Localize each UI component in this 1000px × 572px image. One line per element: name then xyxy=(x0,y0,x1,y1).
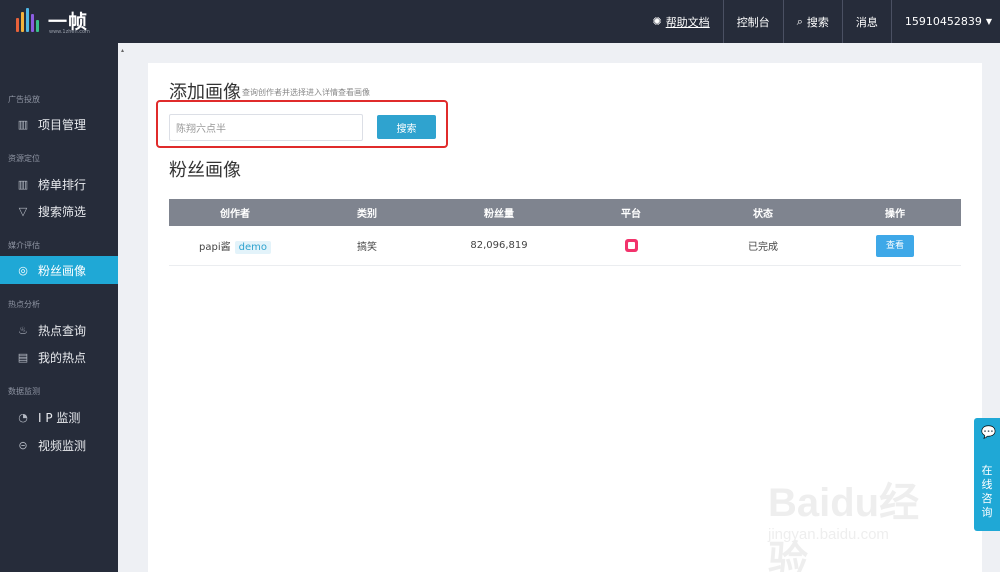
sidebar-item-label: 我的热点 xyxy=(38,350,87,365)
column-header: 状态 xyxy=(753,209,773,220)
filter-icon: ▽ xyxy=(18,204,28,218)
section-title: 粉丝画像 xyxy=(169,160,241,181)
column-header: 操作 xyxy=(885,209,905,220)
search-circle-icon: ⊝ xyxy=(18,438,28,452)
user-menu[interactable]: 15910452839 ▼ xyxy=(890,0,1000,43)
demo-badge: demo xyxy=(234,240,271,254)
top-search-label: 搜索 xyxy=(806,15,829,29)
table-row: papi酱 demo 搞笑 82,096,819 已完成 查看 xyxy=(169,226,961,266)
logo-bars-icon xyxy=(16,8,42,32)
action-cell: 查看 xyxy=(829,234,961,257)
bar-chart-icon: ▥ xyxy=(17,177,29,191)
palette-icon: ◎ xyxy=(18,263,28,277)
top-nav: ✺ 帮助文档 控制台 ⌕ 搜索 消息 15910452839 ▼ xyxy=(639,0,1000,43)
sidebar-section-title: 媒介评估 xyxy=(8,241,40,250)
platform-cell xyxy=(565,239,697,252)
category-cell: 搞笑 xyxy=(357,242,377,253)
sidebar-item-hotspot-query[interactable]: ♨ 热点查询 xyxy=(0,316,118,344)
search-icon: ⌕ xyxy=(796,14,803,28)
sidebar-item-label: 热点查询 xyxy=(38,323,87,338)
sidebar-item-ip-monitoring[interactable]: ◔ I P 监测 xyxy=(0,403,118,431)
top-search-link[interactable]: ⌕ 搜索 xyxy=(782,0,842,43)
sidebar-item-label: 榜单排行 xyxy=(38,177,87,192)
sidebar-section-title: 广告投放 xyxy=(8,95,40,104)
caret-down-icon: ▼ xyxy=(985,17,992,26)
sidebar-item-label: I P 监测 xyxy=(38,410,81,425)
pie-chart-icon: ◔ xyxy=(18,410,28,424)
page-subtitle: 查询创作者并选择进入详情查看画像 xyxy=(242,88,370,97)
chat-bubble-icon: 💬 xyxy=(981,425,996,439)
console-label: 控制台 xyxy=(736,15,770,29)
sidebar-item-label: 搜索筛选 xyxy=(38,204,87,219)
console-link[interactable]: 控制台 xyxy=(722,0,783,43)
lightbulb-icon: ✺ xyxy=(652,15,662,28)
sidebar-item-fan-portrait[interactable]: ◎ 粉丝画像 xyxy=(0,256,118,284)
sidebar-section-title: 数据监测 xyxy=(8,387,40,396)
logo-url: www.1zhen.com xyxy=(49,29,90,35)
user-phone: 15910452839 xyxy=(904,15,982,28)
sidebar-item-video-monitoring[interactable]: ⊝ 视频监测 xyxy=(0,431,118,459)
messages-label: 消息 xyxy=(855,15,878,29)
sidebar-item-label: 项目管理 xyxy=(38,117,87,132)
baidu-watermark: Baidu经验 jingyan.baidu.com xyxy=(758,470,958,572)
creator-cell: papi酱 demo xyxy=(169,238,301,254)
creator-name[interactable]: papi酱 xyxy=(199,242,231,253)
sidebar-item-label: 粉丝画像 xyxy=(38,263,87,278)
fans-count-cell: 82,096,819 xyxy=(470,240,528,251)
watermark-main: Baidu经验 xyxy=(768,481,920,572)
column-header: 创作者 xyxy=(220,209,250,220)
document-icon: ▤ xyxy=(17,350,29,364)
column-header: 类别 xyxy=(357,209,377,220)
sidebar-item-project-management[interactable]: ▥ 项目管理 xyxy=(0,110,118,138)
status-cell: 已完成 xyxy=(748,242,778,253)
online-consult-widget[interactable]: 💬 在线咨询 xyxy=(974,418,1000,531)
fire-icon: ♨ xyxy=(18,323,28,337)
sidebar-section-title: 热点分析 xyxy=(8,300,40,309)
sidebar-item-search-filter[interactable]: ▽ 搜索筛选 xyxy=(0,197,118,225)
sidebar-item-label: 视频监测 xyxy=(38,438,87,453)
help-docs-link[interactable]: ✺ 帮助文档 xyxy=(639,0,722,43)
top-bar: 一帧 www.1zhen.com ✺ 帮助文档 控制台 ⌕ 搜索 消息 1591… xyxy=(0,0,1000,43)
search-placeholder: 陈翔六点半 xyxy=(176,124,226,135)
messages-link[interactable]: 消息 xyxy=(841,0,891,43)
search-button[interactable]: 搜索 xyxy=(377,115,436,139)
creator-search-input[interactable]: 陈翔六点半 xyxy=(169,114,363,141)
online-consult-label: 在线咨询 xyxy=(981,464,993,519)
column-header: 平台 xyxy=(621,209,641,220)
help-docs-label: 帮助文档 xyxy=(665,15,710,29)
video-platform-icon xyxy=(624,239,638,252)
table-header: 创作者 类别 粉丝量 平台 状态 操作 xyxy=(169,199,961,226)
collapse-toggle-icon[interactable]: ▴ xyxy=(121,47,124,54)
fans-table: 创作者 类别 粉丝量 平台 状态 操作 papi酱 demo 搞笑 82,096,… xyxy=(169,199,961,266)
watermark-url: jingyan.baidu.com xyxy=(768,526,889,543)
bar-chart-icon: ▥ xyxy=(17,117,29,131)
logo[interactable]: 一帧 www.1zhen.com xyxy=(16,6,96,36)
column-header: 粉丝量 xyxy=(484,209,514,220)
sidebar: 广告投放 ▥ 项目管理 资源定位 ▥ 榜单排行 ▽ 搜索筛选 媒介评估 ◎ 粉丝… xyxy=(0,43,118,572)
sidebar-item-rankings[interactable]: ▥ 榜单排行 xyxy=(0,170,118,198)
sidebar-item-my-hotspots[interactable]: ▤ 我的热点 xyxy=(0,343,118,371)
sidebar-section-title: 资源定位 xyxy=(8,154,40,163)
view-button[interactable]: 查看 xyxy=(876,234,914,257)
